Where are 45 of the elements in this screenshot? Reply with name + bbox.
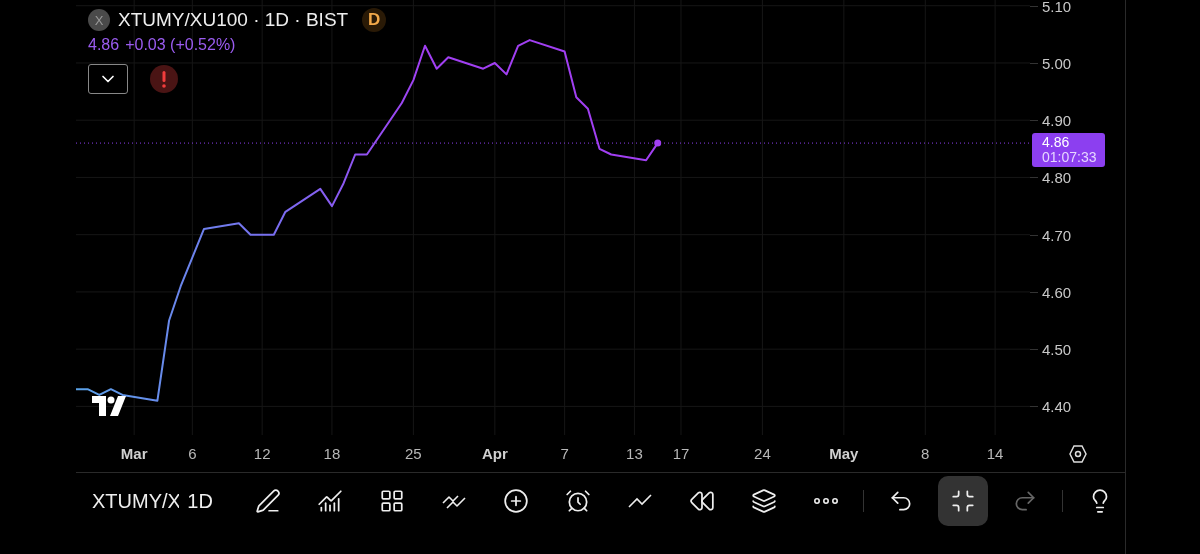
time-axis-label: Apr (481, 445, 508, 462)
price-axis-label: 5.00 (1042, 54, 1072, 72)
bar-chart-icon (317, 488, 343, 514)
time-axis-label: Mar (120, 445, 148, 462)
collapse-icon (950, 488, 976, 514)
price-axis-label: 4.80 (1042, 168, 1072, 186)
legend-toggle-button[interactable] (88, 64, 128, 94)
layers-icon (751, 488, 777, 514)
collapse-button[interactable] (938, 476, 988, 526)
symbol-logo: X (88, 9, 110, 31)
more-icon (814, 498, 838, 504)
price-change: +0.03 (+0.52%) (125, 36, 236, 54)
price-axis-label: 4.40 (1042, 397, 1072, 415)
time-axis-label: 18 (323, 445, 341, 462)
symbol-title: XTUMY/XU100 · 1D · BIST (118, 9, 349, 31)
price-axis-label: 4.70 (1042, 226, 1072, 244)
time-axis-label: 12 (253, 445, 271, 462)
last-price-dot (654, 139, 662, 147)
time-axis-label: 17 (672, 445, 690, 462)
settings-icon[interactable] (1067, 443, 1088, 464)
price-axis-label: 4.90 (1042, 111, 1072, 129)
rewind-icon (689, 488, 715, 514)
time-axis-label: 8 (921, 445, 930, 462)
delay-badge: D (362, 8, 387, 32)
line-chart-icon (628, 493, 652, 509)
time-axis-label: 13 (626, 445, 643, 462)
alarm-clock-icon (565, 488, 591, 514)
time-axis-label: 7 (560, 445, 569, 462)
warning-icon[interactable] (150, 65, 178, 93)
price-axis-label: 4.50 (1042, 340, 1072, 358)
price-tag: 4.86 01:07:33 (1032, 133, 1105, 168)
time-axis-label: 6 (188, 445, 197, 462)
time-axis-label: May (829, 445, 859, 462)
interval-button[interactable]: 1D (187, 489, 231, 513)
pen-icon (255, 488, 281, 514)
time-axis-label: 24 (754, 445, 771, 462)
zigzag-icon (442, 492, 466, 510)
time-axis-label: 25 (405, 445, 422, 462)
time-axis-label: 14 (986, 445, 1004, 462)
tradingview-logo-icon (92, 396, 126, 416)
grid-icon (379, 488, 405, 514)
last-price: 4.86 (88, 36, 120, 54)
price-axis-label: 5.10 (1042, 0, 1072, 15)
plus-circle-icon (503, 488, 529, 514)
price-axis-label: 4.60 (1042, 283, 1072, 301)
